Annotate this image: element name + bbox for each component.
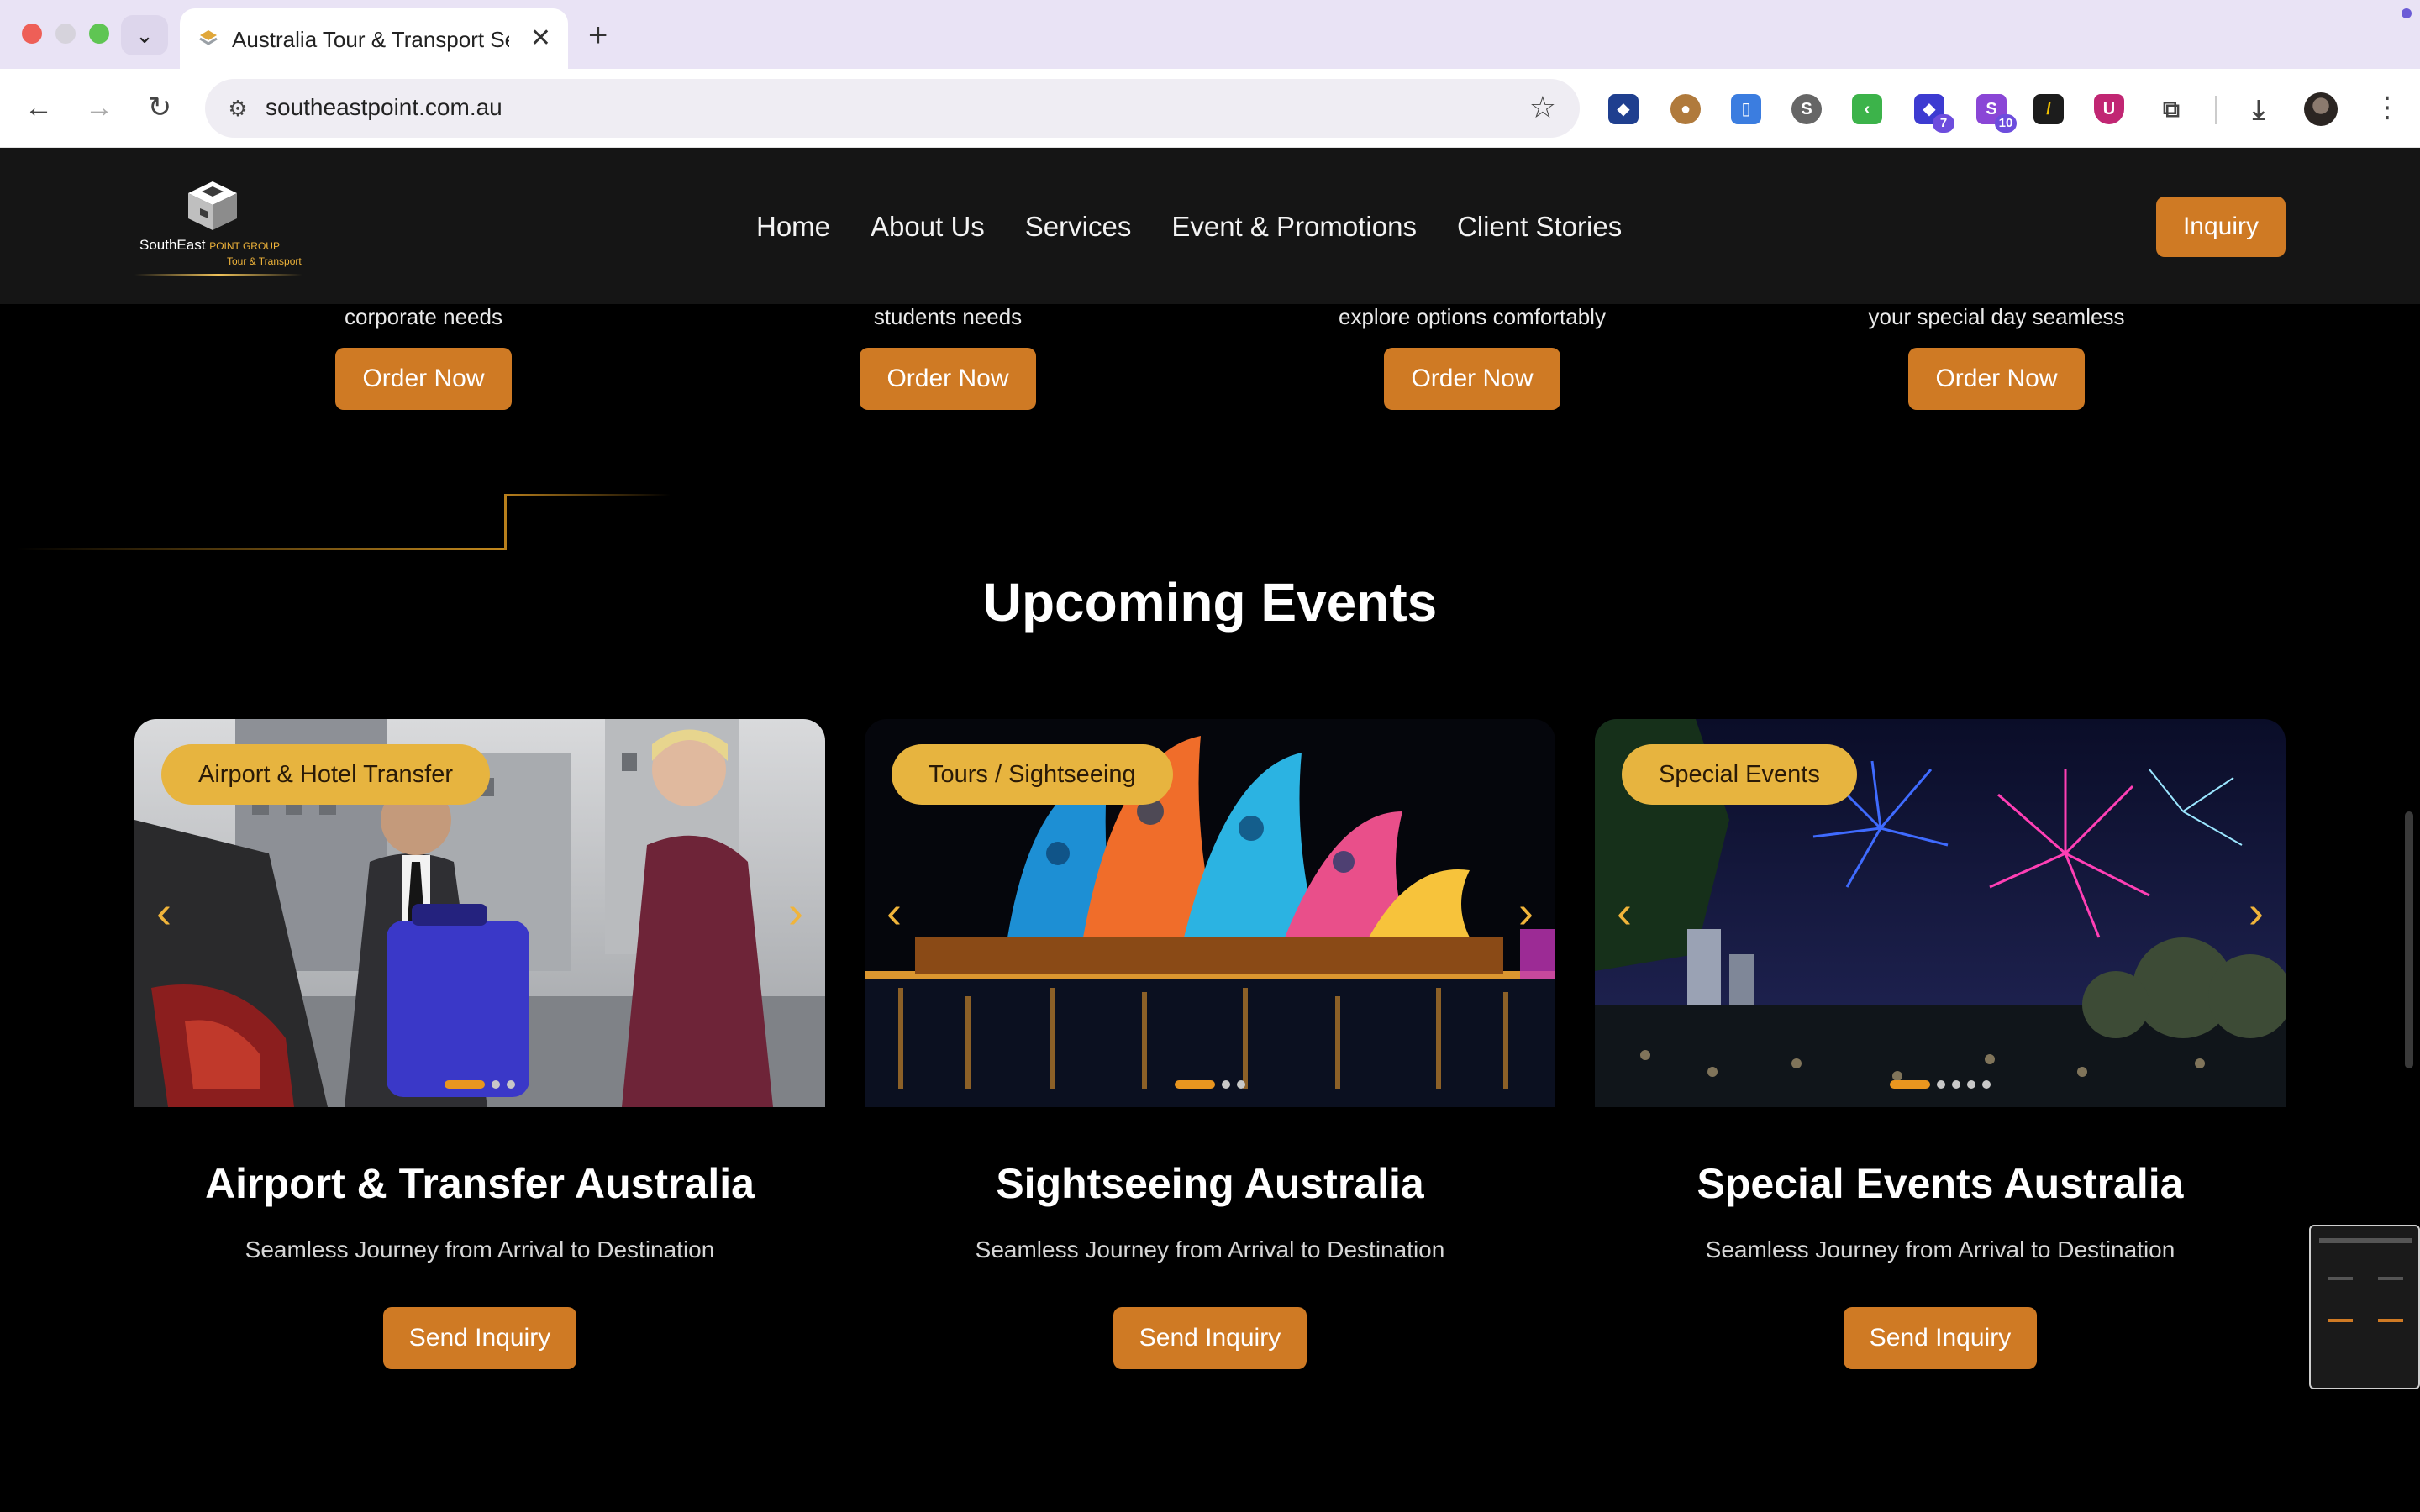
carousel-prev-chevron-icon[interactable]: ‹ [156, 887, 171, 937]
carousel-next-chevron-icon[interactable]: › [1518, 887, 1534, 937]
send-inquiry-button[interactable]: Send Inquiry [1113, 1307, 1307, 1369]
profile-avatar[interactable] [2304, 92, 2338, 126]
back-arrow-icon[interactable]: ← [18, 87, 59, 128]
maximize-window-button[interactable] [89, 24, 109, 44]
menu-kebab-icon[interactable]: ⋮ [2373, 89, 2402, 126]
close-tab-icon[interactable]: ✕ [530, 24, 551, 54]
order-now-button[interactable]: Order Now [1908, 348, 2085, 410]
extension-badge: 10 [1995, 114, 2017, 133]
inquiry-button[interactable]: Inquiry [2156, 197, 2286, 257]
carousel-dot[interactable] [507, 1080, 515, 1089]
extension-badge: 7 [1933, 114, 1954, 133]
slash-yellow-icon[interactable]: / [2033, 94, 2064, 124]
profile-indicator-dot [2402, 8, 2412, 18]
event-card-title: Airport & Transfer Australia [205, 1160, 755, 1207]
send-inquiry-button[interactable]: Send Inquiry [1844, 1307, 2037, 1369]
nav-event-promotions[interactable]: Event & Promotions [1171, 203, 1417, 250]
service-description: students needs [873, 304, 1023, 329]
carousel-dot[interactable] [1237, 1080, 1245, 1089]
decorative-gold-line [17, 548, 506, 550]
carousel-dot[interactable] [1222, 1080, 1230, 1089]
event-card-title: Special Events Australia [1697, 1160, 2184, 1207]
event-carousel-special-events[interactable]: Special Events ‹ › [1595, 719, 2286, 1107]
order-now-button[interactable]: Order Now [335, 348, 512, 410]
page-scrollbar-thumb[interactable] [2405, 811, 2413, 1068]
url-text[interactable]: southeastpoint.com.au [266, 94, 502, 121]
cookie-icon[interactable]: ● [1670, 94, 1701, 124]
carousel-dot-active[interactable] [1890, 1080, 1930, 1089]
browser-tab-bar: ⌄ Australia Tour & Transport Se ✕ + [0, 0, 2420, 69]
event-category-tag: Airport & Hotel Transfer [161, 744, 490, 805]
carousel-dot-active[interactable] [445, 1080, 485, 1089]
service-description: your special day seamless [1868, 304, 2125, 329]
site-settings-icon[interactable]: ⚙ [224, 94, 252, 123]
carousel-dot[interactable] [1952, 1080, 1960, 1089]
decorative-gold-line [504, 494, 671, 496]
service-description: explore options comfortably [1339, 304, 1606, 329]
browser-toolbar: ← → ↻ ⚙ southeastpoint.com.au ☆ ◆ ● ▯ S … [0, 69, 2420, 148]
carousel-dots [134, 1080, 825, 1089]
event-card-description: Seamless Journey from Arrival to Destina… [1705, 1236, 2175, 1263]
browser-tab[interactable]: Australia Tour & Transport Se ✕ [180, 8, 568, 69]
carousel-prev-chevron-icon[interactable]: ‹ [886, 887, 902, 937]
s-circle-icon[interactable]: S [1791, 94, 1822, 124]
clipboard-icon[interactable]: ▯ [1731, 94, 1761, 124]
extensions-icon[interactable]: ⧉ [2156, 94, 2186, 124]
event-card-description: Seamless Journey from Arrival to Destina… [975, 1236, 1445, 1263]
carousel-dots [1595, 1080, 2286, 1089]
logo-wordmark: SouthEast POINT GROUP [139, 237, 280, 253]
tab-search-chevron-icon[interactable]: ⌄ [121, 15, 168, 55]
order-now-button[interactable]: Order Now [1384, 348, 1560, 410]
purple-diamond-icon[interactable]: ◆ 7 [1914, 94, 1954, 133]
carousel-next-chevron-icon[interactable]: › [788, 887, 803, 937]
s-purple-icon[interactable]: S 10 [1976, 94, 2017, 133]
event-carousel-sightseeing[interactable]: Tours / Sightseeing ‹ › [865, 719, 1555, 1107]
nav-client-stories[interactable]: Client Stories [1457, 203, 1622, 250]
carousel-dots [865, 1080, 1555, 1089]
forward-arrow-icon[interactable]: → [79, 87, 119, 128]
carousel-prev-chevron-icon[interactable]: ‹ [1617, 887, 1632, 937]
event-category-tag: Tours / Sightseeing [892, 744, 1173, 805]
event-category-tag: Special Events [1622, 744, 1857, 805]
order-now-button[interactable]: Order Now [860, 348, 1036, 410]
main-navigation: Home About Us Services Event & Promotion… [756, 203, 1622, 250]
green-arrow-icon[interactable]: ‹ [1852, 94, 1882, 124]
carousel-dot[interactable] [1982, 1080, 1991, 1089]
carousel-next-chevron-icon[interactable]: › [2249, 887, 2264, 937]
upcoming-events-title: Upcoming Events [982, 572, 1438, 633]
send-inquiry-button[interactable]: Send Inquiry [383, 1307, 576, 1369]
logo-underline [134, 274, 302, 276]
decorative-gold-line [504, 494, 507, 550]
toolbar-separator [2215, 96, 2217, 124]
site-logo[interactable]: SouthEast POINT GROUP Tour & Transport [134, 178, 311, 279]
puzzle-extension-icon[interactable]: ◆ [1608, 94, 1639, 124]
address-bar[interactable]: ⚙ southeastpoint.com.au ☆ [205, 79, 1580, 138]
reload-icon[interactable]: ↻ [139, 87, 180, 128]
tab-title: Australia Tour & Transport Se [232, 27, 509, 52]
screenshot-preview-thumbnail[interactable] [2309, 1225, 2420, 1389]
site-favicon-icon [199, 30, 218, 45]
download-icon[interactable]: ⤓ [2244, 94, 2274, 124]
minimize-window-button[interactable] [55, 24, 76, 44]
close-window-button[interactable] [22, 24, 42, 44]
nav-home[interactable]: Home [756, 203, 830, 250]
service-description: corporate needs [345, 304, 502, 329]
logo-subtitle: Tour & Transport [227, 255, 302, 267]
nav-services[interactable]: Services [1025, 203, 1132, 250]
site-header: SouthEast POINT GROUP Tour & Transport H… [0, 148, 2420, 304]
carousel-dot[interactable] [1967, 1080, 1975, 1089]
event-card-title: Sightseeing Australia [996, 1160, 1424, 1207]
logo-cube-icon [188, 181, 237, 230]
carousel-dot-active[interactable] [1175, 1080, 1215, 1089]
nav-about-us[interactable]: About Us [871, 203, 985, 250]
event-card-description: Seamless Journey from Arrival to Destina… [245, 1236, 715, 1263]
bookmark-star-icon[interactable]: ☆ [1529, 91, 1556, 124]
carousel-dot[interactable] [1937, 1080, 1945, 1089]
event-carousel-airport[interactable]: Airport & Hotel Transfer ‹ › [134, 719, 825, 1107]
carousel-dot[interactable] [492, 1080, 500, 1089]
shield-u-icon[interactable]: U [2094, 94, 2124, 124]
new-tab-plus-icon[interactable]: + [588, 15, 608, 55]
